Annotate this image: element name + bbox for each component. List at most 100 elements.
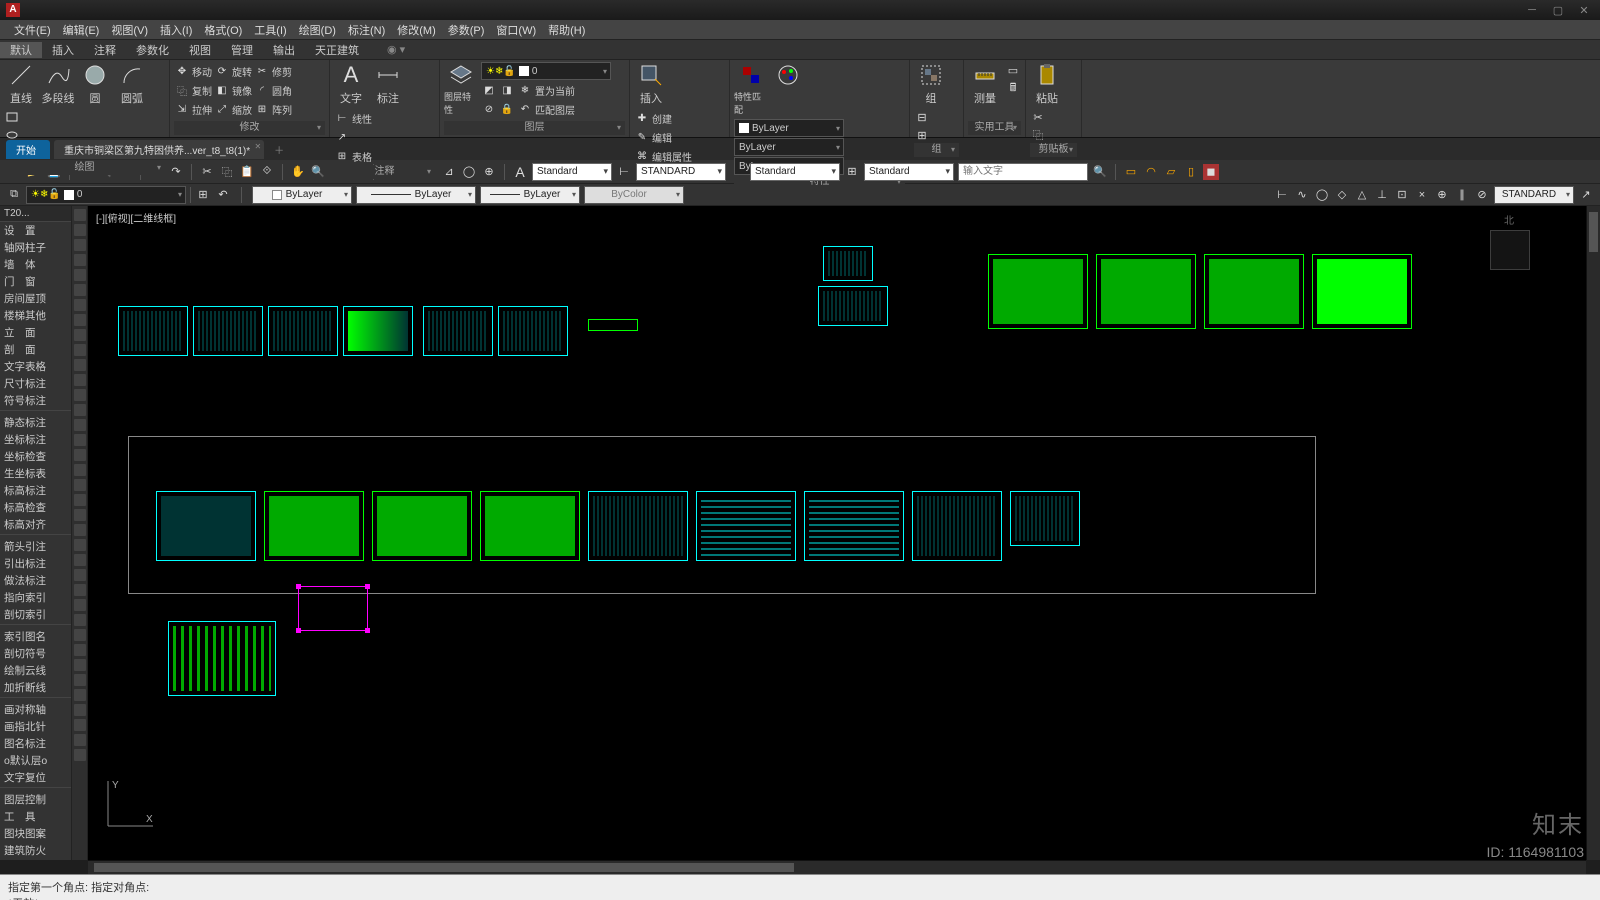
sidebar-header[interactable]: T20...	[0, 206, 71, 222]
ribbon-tab-insert[interactable]: 插入	[42, 42, 84, 58]
layer-iso-icon[interactable]: ◨	[499, 82, 515, 98]
gutter-icon[interactable]	[74, 629, 86, 641]
gutter-icon[interactable]	[74, 239, 86, 251]
tab-close-icon[interactable]: ✕	[254, 142, 261, 151]
layer-freeze-icon[interactable]: ❄	[517, 82, 533, 98]
sidebar-item[interactable]: 文字表格	[0, 358, 71, 375]
panel-clip-title[interactable]: 剪贴板	[1030, 143, 1077, 157]
tab-add[interactable]: ＋	[268, 140, 290, 159]
ungroup-icon[interactable]: ⊟	[914, 109, 930, 125]
search-icon[interactable]: 🔍	[1092, 164, 1108, 180]
scrollbar-thumb[interactable]	[1589, 212, 1598, 252]
layerpal-icon[interactable]: ⧉	[6, 187, 22, 203]
gutter-icon[interactable]	[74, 479, 86, 491]
menu-dim[interactable]: 标注(N)	[342, 22, 391, 38]
menu-view[interactable]: 视图(V)	[105, 22, 154, 38]
gutter-icon[interactable]	[74, 329, 86, 341]
dim4-icon[interactable]: ⊿	[441, 164, 457, 180]
gutter-icon[interactable]	[74, 674, 86, 686]
osnap8-icon[interactable]: ×	[1414, 187, 1430, 203]
osnap3-icon[interactable]: ◯	[1314, 187, 1330, 203]
pan-icon[interactable]: ✋	[290, 164, 306, 180]
dim-button[interactable]: 标注	[371, 62, 405, 106]
gutter-icon[interactable]	[74, 254, 86, 266]
sidebar-item[interactable]: 标高检查	[0, 499, 71, 516]
menu-help[interactable]: 帮助(H)	[542, 22, 591, 38]
rect-icon[interactable]	[4, 109, 20, 125]
menu-draw[interactable]: 绘图(D)	[293, 22, 342, 38]
gutter-icon[interactable]	[74, 659, 86, 671]
panel-annot-title[interactable]: 注释	[334, 165, 435, 179]
osnap10-icon[interactable]: ∥	[1454, 187, 1470, 203]
zoom-icon[interactable]: 🔍	[310, 164, 326, 180]
ribbon-tab-annotate[interactable]: 注释	[84, 42, 126, 58]
sidebar-item[interactable]: 墙 体	[0, 256, 71, 273]
sidebar-item[interactable]: 引出标注	[0, 555, 71, 572]
gutter-icon[interactable]	[74, 509, 86, 521]
menu-file[interactable]: 文件(E)	[8, 22, 57, 38]
cut2-icon[interactable]: ✂	[199, 164, 215, 180]
sidebar-item[interactable]: 文字复位	[0, 769, 71, 786]
layer-off-icon[interactable]: ⊘	[481, 101, 497, 117]
menu-edit[interactable]: 编辑(E)	[57, 22, 106, 38]
menu-param[interactable]: 参数(P)	[442, 22, 491, 38]
tblstyle-dropdown[interactable]: Standard	[864, 163, 954, 181]
gutter-icon[interactable]	[74, 599, 86, 611]
sidebar-item[interactable]: 做法标注	[0, 572, 71, 589]
panel-draw-title[interactable]: 绘图	[4, 161, 165, 175]
sidebar-item[interactable]: 剖切符号	[0, 645, 71, 662]
sidebar-item[interactable]: 指向索引	[0, 589, 71, 606]
textstyle-icon[interactable]: A	[512, 164, 528, 180]
gutter-icon[interactable]	[74, 734, 86, 746]
sidebar-item[interactable]: 坐标标注	[0, 431, 71, 448]
scrollbar-vertical[interactable]	[1586, 206, 1600, 860]
gutter-icon[interactable]	[74, 299, 86, 311]
menu-window[interactable]: 窗口(W)	[490, 22, 542, 38]
scale-icon[interactable]: ⤢	[214, 101, 230, 117]
sidebar-item[interactable]: 立 面	[0, 324, 71, 341]
status3-icon[interactable]: ▱	[1163, 164, 1179, 180]
calc-icon[interactable]: 🖩	[1005, 80, 1021, 96]
sidebar-item[interactable]: 加折断线	[0, 679, 71, 696]
status2-icon[interactable]: ◠	[1143, 164, 1159, 180]
gutter-icon[interactable]	[74, 344, 86, 356]
trim-icon[interactable]: ✂	[254, 63, 270, 79]
redo-icon[interactable]: ↷	[168, 164, 184, 180]
sidebar-item[interactable]: 图名标注	[0, 735, 71, 752]
mirror-icon[interactable]: ◧	[214, 82, 230, 98]
gutter-icon[interactable]	[74, 584, 86, 596]
ribbon-tab-output[interactable]: 输出	[263, 42, 305, 58]
ribbon-tab-tangent[interactable]: 天正建筑	[305, 42, 369, 58]
lt2-dropdown[interactable]: ByLayer	[480, 186, 580, 204]
gutter-icon[interactable]	[74, 404, 86, 416]
plot-dropdown[interactable]: ByColor	[584, 186, 684, 204]
gutter-icon[interactable]	[74, 644, 86, 656]
cut-icon[interactable]: ✂	[1030, 109, 1046, 125]
sidebar-item[interactable]: 建筑防火	[0, 842, 71, 859]
measure-button[interactable]: 测量	[968, 62, 1002, 106]
ribbon-tab-more-icon[interactable]: ◉ ▾	[377, 43, 415, 56]
circle-button[interactable]: 圆	[78, 62, 112, 106]
ribbon-tab-default[interactable]: 默认	[0, 42, 42, 58]
sidebar-item[interactable]: 绘制云线	[0, 662, 71, 679]
lineweight-dropdown[interactable]: ByLayer	[734, 138, 844, 156]
layer-dropdown[interactable]: ☀ ❄ 🔓 0	[481, 62, 611, 80]
sidebar-item[interactable]: 工 具	[0, 808, 71, 825]
osnap9-icon[interactable]: ⊕	[1434, 187, 1450, 203]
gutter-icon[interactable]	[74, 464, 86, 476]
edit-block-icon[interactable]: ✎	[634, 129, 650, 145]
layerprev-icon[interactable]: ↶	[215, 187, 231, 203]
gutter-icon[interactable]	[74, 269, 86, 281]
gutter-icon[interactable]	[74, 689, 86, 701]
arc-button[interactable]: 圆弧	[115, 62, 149, 106]
sidebar-item[interactable]: 静态标注	[0, 414, 71, 431]
search-input[interactable]	[958, 163, 1088, 181]
multileader-icon[interactable]: ↗	[1578, 187, 1594, 203]
close-button[interactable]: ✕	[1574, 4, 1594, 17]
sidebar-item[interactable]: 符号标注	[0, 392, 71, 409]
osnap5-icon[interactable]: △	[1354, 187, 1370, 203]
text-button[interactable]: A文字	[334, 62, 368, 106]
ucs-icon[interactable]: XY	[98, 776, 158, 836]
dim6-icon[interactable]: ⊕	[481, 164, 497, 180]
textstyle-dropdown[interactable]: Standard	[532, 163, 612, 181]
